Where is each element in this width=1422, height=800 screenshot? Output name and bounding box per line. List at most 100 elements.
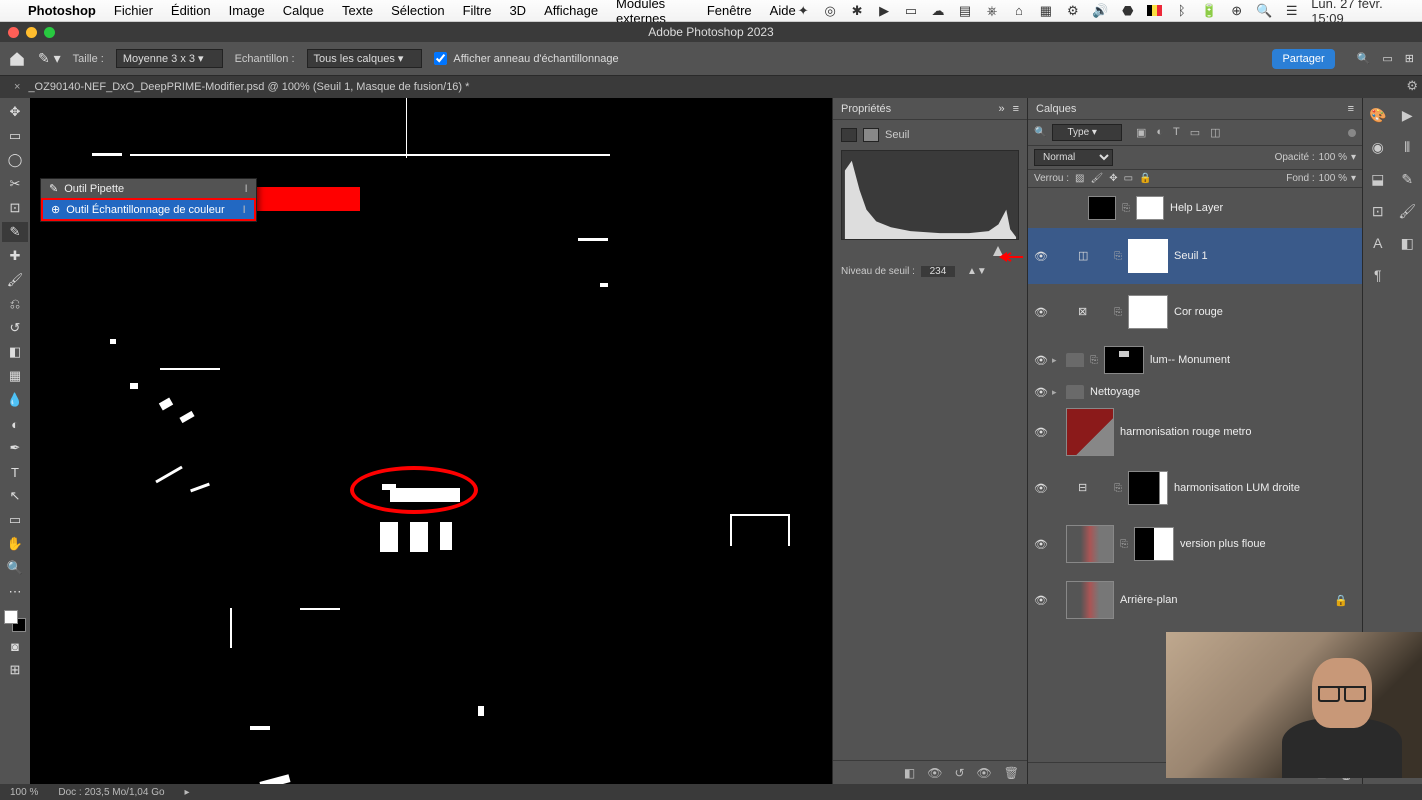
layer-thumb[interactable] <box>1088 196 1116 220</box>
close-tab-icon[interactable]: × <box>14 81 20 93</box>
layer-name[interactable]: harmonisation LUM droite <box>1174 482 1300 494</box>
panel-collapse-icon[interactable]: » <box>998 103 1004 115</box>
visibility-toggle[interactable]: 👁 <box>1034 250 1046 263</box>
layer-name[interactable]: Arrière-plan <box>1120 594 1177 606</box>
adjustments-panel-icon[interactable]: ⬓ <box>1369 170 1387 188</box>
minimize-button[interactable] <box>26 27 37 38</box>
menu-filtre[interactable]: Filtre <box>463 3 492 18</box>
visibility-toggle[interactable]: 👁 <box>1034 426 1046 439</box>
mask-thumb[interactable] <box>1128 471 1168 505</box>
fill-value[interactable]: 100 % <box>1319 173 1347 184</box>
layer-thumb[interactable] <box>1066 581 1114 619</box>
filter-adjust-icon[interactable]: ◐ <box>1156 126 1163 139</box>
statusbar-icon[interactable]: ⌂ <box>1011 3 1026 19</box>
maximize-button[interactable] <box>44 27 55 38</box>
menu-edition[interactable]: Édition <box>171 3 211 18</box>
expand-icon[interactable]: ▸ <box>1052 387 1060 398</box>
doc-size[interactable]: Doc : 203,5 Mo/1,04 Go <box>58 787 164 798</box>
link-icon[interactable]: ⎘ <box>1090 355 1098 366</box>
eyedropper-tool[interactable]: ✎ <box>2 222 28 242</box>
crop-tool[interactable]: ⊡ <box>2 198 28 218</box>
threshold-histogram[interactable] <box>841 150 1019 240</box>
eraser-tool[interactable]: ◧ <box>2 342 28 362</box>
control-center-icon[interactable]: ☰ <box>1284 3 1299 19</box>
panel-menu-icon[interactable]: ≡ <box>1348 103 1354 115</box>
blend-mode-select[interactable]: Normal <box>1034 149 1113 166</box>
afficher-anneau-checkbox[interactable]: Afficher anneau d'échantillonnage <box>434 52 618 65</box>
link-icon[interactable]: ⎘ <box>1114 251 1122 262</box>
visibility-icon[interactable]: 👁 <box>977 766 992 780</box>
auto-icon[interactable]: ▲▼ <box>967 266 987 277</box>
statusbar-icon[interactable]: ▦ <box>1038 3 1053 19</box>
taille-select[interactable]: Moyenne 3 x 3 ▾ <box>116 49 223 68</box>
filter-smart-icon[interactable]: ◫ <box>1210 126 1220 139</box>
menu-app-name[interactable]: Photoshop <box>28 3 96 18</box>
history-panel-icon[interactable]: ⫴ <box>1398 138 1416 156</box>
status-arrow-icon[interactable]: ▸ <box>185 787 190 798</box>
brush-tool[interactable]: 🖌 <box>2 270 28 290</box>
dodge-tool[interactable]: ◐ <box>2 414 28 434</box>
panel-menu-icon[interactable]: ≡ <box>1013 103 1019 115</box>
layer-row[interactable]: 👁 Arrière-plan 🔒 <box>1028 572 1362 628</box>
styles-panel-icon[interactable]: ⊡ <box>1369 202 1387 220</box>
statusbar-icon[interactable]: ◎ <box>823 3 838 19</box>
link-icon[interactable]: ⎘ <box>1122 203 1130 214</box>
layer-filter-type[interactable]: Type ▾ <box>1052 124 1122 141</box>
search-icon[interactable]: 🔍 <box>1357 52 1371 65</box>
move-tool[interactable]: ✥ <box>2 102 28 122</box>
healing-tool[interactable]: ✚ <box>2 246 28 266</box>
statusbar-icon[interactable]: ☁ <box>931 3 946 19</box>
quickmask-tool[interactable]: ◙ <box>2 636 28 656</box>
blur-tool[interactable]: 💧 <box>2 390 28 410</box>
swatches-panel-icon[interactable]: ◉ <box>1369 138 1387 156</box>
statusbar-icon[interactable]: ▭ <box>904 3 919 19</box>
wifi-icon[interactable]: ⊕ <box>1229 3 1244 19</box>
share-button[interactable]: Partager <box>1272 49 1334 69</box>
layer-row[interactable]: 👁 harmonisation rouge metro <box>1028 404 1362 460</box>
statusbar-icon[interactable]: ▤ <box>958 3 973 19</box>
mask-thumb[interactable] <box>1104 346 1144 374</box>
layer-name[interactable]: Cor rouge <box>1174 306 1223 318</box>
navigator-panel-icon[interactable]: ◧ <box>1398 234 1416 252</box>
layer-name[interactable]: Nettoyage <box>1090 386 1140 398</box>
filter-type-icon[interactable]: T <box>1173 126 1180 139</box>
layer-name[interactable]: Seuil 1 <box>1174 250 1208 262</box>
lock-paint-icon[interactable]: 🖌 <box>1090 173 1103 184</box>
filter-shape-icon[interactable]: ▭ <box>1190 126 1200 139</box>
clip-icon[interactable]: ◧ <box>904 766 915 780</box>
layer-group-row[interactable]: 👁 ▸ Nettoyage <box>1028 380 1362 404</box>
link-icon[interactable]: ⎘ <box>1114 483 1122 494</box>
expand-icon[interactable]: ▸ <box>1052 355 1060 366</box>
threshold-slider[interactable] <box>841 246 1019 260</box>
lock-transparency-icon[interactable]: ▨ <box>1075 173 1084 184</box>
info-panel-icon[interactable]: 🖌 <box>1398 202 1416 220</box>
menu-affichage[interactable]: Affichage <box>544 3 598 18</box>
mask-thumb[interactable] <box>1134 527 1174 561</box>
link-icon[interactable]: ⎘ <box>1114 307 1122 318</box>
battery-icon[interactable]: 🔋 <box>1201 3 1217 19</box>
layer-name[interactable]: harmonisation rouge metro <box>1120 426 1251 438</box>
gear-icon[interactable]: ⚙ <box>1406 78 1418 94</box>
layer-row[interactable]: 👁 ⎘ version plus floue <box>1028 516 1362 572</box>
statusbar-icon[interactable]: ⚙ <box>1065 3 1080 19</box>
paragraph-panel-icon[interactable]: ¶ <box>1369 266 1387 284</box>
visibility-toggle[interactable]: 👁 <box>1034 482 1046 495</box>
statusbar-icon[interactable]: ▶ <box>877 3 892 19</box>
statusbar-icon[interactable]: ✦ <box>796 3 811 19</box>
flyout-color-sampler[interactable]: ⊕ Outil Échantillonnage de couleur I <box>41 198 256 221</box>
shape-tool[interactable]: ▭ <box>2 510 28 530</box>
layer-row[interactable]: 👁 ⊠ ⎘ Cor rouge <box>1028 284 1362 340</box>
home-icon[interactable] <box>8 50 26 68</box>
opacity-value[interactable]: 100 % <box>1319 152 1347 163</box>
flag-icon[interactable] <box>1147 5 1162 16</box>
actions-panel-icon[interactable]: ✎ <box>1398 170 1416 188</box>
menu-fenetre[interactable]: Fenêtre <box>707 3 752 18</box>
history-brush-tool[interactable]: ↺ <box>2 318 28 338</box>
layer-name[interactable]: Help Layer <box>1170 202 1223 214</box>
lock-all-icon[interactable]: 🔒 <box>1139 173 1151 184</box>
gradient-tool[interactable]: ▦ <box>2 366 28 386</box>
bluetooth-icon[interactable]: ᛒ <box>1174 3 1189 19</box>
path-tool[interactable]: ↖ <box>2 486 28 506</box>
visibility-toggle[interactable]: 👁 <box>1034 538 1046 551</box>
type-tool[interactable]: T <box>2 462 28 482</box>
